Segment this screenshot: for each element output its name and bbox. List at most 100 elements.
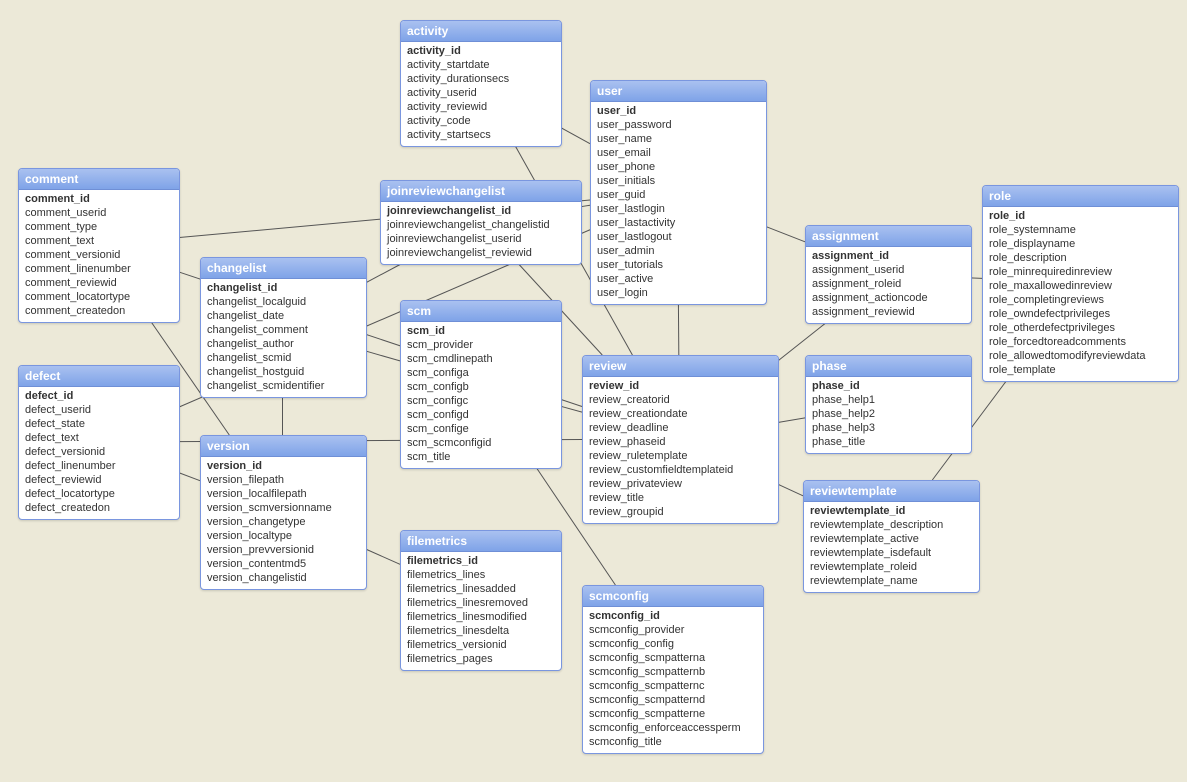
entity-fields: scmconfig_idscmconfig_providerscmconfig_… (583, 607, 763, 753)
connector (765, 226, 805, 242)
field: scm_configc (407, 394, 555, 408)
field: reviewtemplate_active (810, 532, 973, 546)
field: reviewtemplate_id (810, 504, 973, 518)
entity-filemetrics[interactable]: filemetricsfilemetrics_idfilemetrics_lin… (400, 530, 562, 671)
entity-title: review (583, 356, 778, 377)
entity-title: activity (401, 21, 561, 42)
field: activity_id (407, 44, 555, 58)
field: user_password (597, 118, 760, 132)
field: user_admin (597, 244, 760, 258)
entity-fields: filemetrics_idfilemetrics_linesfilemetri… (401, 552, 561, 670)
field: scmconfig_scmpatternd (589, 693, 757, 707)
field: version_prevversionid (207, 543, 360, 557)
field: scmconfig_enforceaccessperm (589, 721, 757, 735)
field: assignment_id (812, 249, 965, 263)
connector (560, 127, 590, 144)
field: review_creatorid (589, 393, 772, 407)
field: role_description (989, 251, 1172, 265)
entity-scm[interactable]: scmscm_idscm_providerscm_cmdlinepathscm_… (400, 300, 562, 469)
field: role_otherdefectprivileges (989, 321, 1172, 335)
field: user_tutorials (597, 258, 760, 272)
entity-title: user (591, 81, 766, 102)
field: role_displayname (989, 237, 1172, 251)
entity-title: phase (806, 356, 971, 377)
field: user_lastactivity (597, 216, 760, 230)
er-diagram-canvas: activityactivity_idactivity_startdateact… (0, 0, 1187, 782)
entity-fields: version_idversion_filepathversion_localf… (201, 457, 366, 589)
field: version_scmversionname (207, 501, 360, 515)
entity-assignment[interactable]: assignmentassignment_idassignment_userid… (805, 225, 972, 324)
field: joinreviewchangelist_changelistid (387, 218, 575, 232)
entity-comment[interactable]: commentcomment_idcomment_useridcomment_t… (18, 168, 180, 323)
field: review_groupid (589, 505, 772, 519)
field: scmconfig_scmpatternb (589, 665, 757, 679)
entity-review[interactable]: reviewreview_idreview_creatoridreview_cr… (582, 355, 779, 524)
entity-fields: review_idreview_creatoridreview_creation… (583, 377, 778, 523)
entity-version[interactable]: versionversion_idversion_filepathversion… (200, 435, 367, 590)
field: filemetrics_linesremoved (407, 596, 555, 610)
field: reviewtemplate_roleid (810, 560, 973, 574)
field: activity_userid (407, 86, 555, 100)
entity-user[interactable]: useruser_iduser_passworduser_nameuser_em… (590, 80, 767, 305)
connector (777, 484, 803, 496)
field: user_email (597, 146, 760, 160)
entity-phase[interactable]: phase phase_idphase_help1phase_help2phase… (805, 355, 972, 454)
field: comment_locatortype (25, 290, 173, 304)
entity-fields: user_iduser_passworduser_nameuser_emailu… (591, 102, 766, 304)
field: user_guid (597, 188, 760, 202)
field: scm_id (407, 324, 555, 338)
entity-title: version (201, 436, 366, 457)
field: defect_locatortype (25, 487, 173, 501)
field: reviewtemplate_isdefault (810, 546, 973, 560)
entity-changelist[interactable]: changelistchangelist_idchangelist_localg… (200, 257, 367, 398)
entity-activity[interactable]: activityactivity_idactivity_startdateact… (400, 20, 562, 147)
field: changelist_scmidentifier (207, 379, 360, 393)
entity-scmconfig[interactable]: scmconfigscmconfig_idscmconfig_providers… (582, 585, 764, 754)
field: changelist_comment (207, 323, 360, 337)
field: scmconfig_scmpatternc (589, 679, 757, 693)
field: review_id (589, 379, 772, 393)
field: comment_createdon (25, 304, 173, 318)
entity-fields: role_idrole_systemnamerole_displaynamero… (983, 207, 1178, 381)
field: changelist_scmid (207, 351, 360, 365)
field: assignment_roleid (812, 277, 965, 291)
field: defect_createdon (25, 501, 173, 515)
entity-reviewtemplate[interactable]: reviewtemplatereviewtemplate_idreviewtem… (803, 480, 980, 593)
field: comment_id (25, 192, 173, 206)
field: defect_text (25, 431, 173, 445)
field: defect_reviewid (25, 473, 173, 487)
entity-fields: scm_idscm_providerscm_cmdlinepathscm_con… (401, 322, 561, 468)
field: joinreviewchangelist_userid (387, 232, 575, 246)
field: scm_confige (407, 422, 555, 436)
entity-title: changelist (201, 258, 366, 279)
field: phase_help3 (812, 421, 965, 435)
field: filemetrics_pages (407, 652, 555, 666)
field: changelist_hostguid (207, 365, 360, 379)
field: user_phone (597, 160, 760, 174)
field: phase_help1 (812, 393, 965, 407)
field: reviewtemplate_name (810, 574, 973, 588)
field: user_active (597, 272, 760, 286)
field: version_changetype (207, 515, 360, 529)
field: phase_id (812, 379, 965, 393)
entity-title: defect (19, 366, 179, 387)
entity-defect[interactable]: defectdefect_iddefect_useriddefect_state… (18, 365, 180, 520)
field: phase_help2 (812, 407, 965, 421)
entity-title: joinreviewchangelist (381, 181, 581, 202)
field: version_changelistid (207, 571, 360, 585)
field: filemetrics_linesadded (407, 582, 555, 596)
field: comment_versionid (25, 248, 173, 262)
field: role_completingreviews (989, 293, 1172, 307)
field: assignment_userid (812, 263, 965, 277)
field: comment_type (25, 220, 173, 234)
field: filemetrics_lines (407, 568, 555, 582)
field: reviewtemplate_description (810, 518, 973, 532)
field: role_template (989, 363, 1172, 377)
field: changelist_localguid (207, 295, 360, 309)
entity-title: scmconfig (583, 586, 763, 607)
entity-joinreviewchangelist[interactable]: joinreviewchangelist joinreviewchangelist… (380, 180, 582, 265)
entity-role[interactable]: rolerole_idrole_systemnamerole_displayna… (982, 185, 1179, 382)
entity-title: reviewtemplate (804, 481, 979, 502)
field: activity_durationsecs (407, 72, 555, 86)
field: review_ruletemplate (589, 449, 772, 463)
